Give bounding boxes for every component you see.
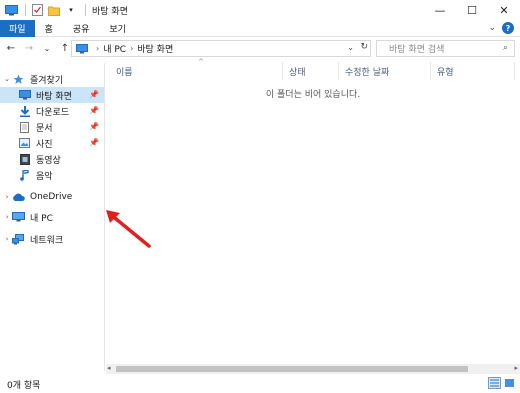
- tab-share[interactable]: 공유: [63, 20, 100, 37]
- sidebar-item-label: 음악: [36, 171, 53, 182]
- file-list-pane[interactable]: ^ 이름 상태 수정한 날짜 유형 이 폴더는 비어 있습니다.: [106, 58, 520, 371]
- maximize-button[interactable]: ☐: [456, 0, 488, 20]
- navigation-bar: ← → ⌄ ↑ › 내 PC › 바탕 화면 ⌄ ↻ 바탕 화면 검색 ⌕: [0, 37, 520, 59]
- help-button[interactable]: ?: [502, 22, 514, 34]
- navigation-pane: ⌄ 즐겨찾기 바탕 화면 📌 다운로드 📌 문서 📌 사진 📌 동영상 음악 ›…: [0, 63, 105, 371]
- pin-icon: 📌: [89, 90, 99, 99]
- scroll-left-arrow-icon[interactable]: ◂: [107, 364, 111, 372]
- onedrive-cloud-icon: [12, 191, 25, 203]
- sidebar-item-documents[interactable]: 문서 📌: [0, 119, 104, 135]
- sidebar-item-label: OneDrive: [30, 192, 73, 202]
- this-pc-icon: [76, 43, 88, 54]
- sort-chevron-up-icon: ^: [198, 58, 204, 66]
- breadcrumb-chevron-icon: ›: [130, 44, 134, 53]
- sidebar-item-label: 문서: [36, 123, 53, 134]
- sidebar-item-videos[interactable]: 동영상: [0, 151, 104, 167]
- music-icon: [18, 169, 31, 181]
- column-header-name[interactable]: 이름: [116, 63, 133, 79]
- column-divider[interactable]: [514, 62, 515, 80]
- pin-icon: 📌: [89, 138, 99, 147]
- minimize-button[interactable]: —: [424, 0, 456, 20]
- pin-icon: 📌: [89, 122, 99, 131]
- scroll-right-arrow-icon[interactable]: ▸: [514, 364, 518, 372]
- breadcrumb-chevron-icon: ›: [96, 44, 100, 53]
- horizontal-scrollbar[interactable]: ◂ ▸: [106, 364, 520, 374]
- document-icon: [18, 121, 31, 133]
- network-icon: [12, 233, 25, 245]
- sidebar-item-downloads[interactable]: 다운로드 📌: [0, 103, 104, 119]
- sidebar-item-label: 내 PC: [30, 213, 53, 224]
- item-count: 0개 항목: [7, 380, 41, 391]
- recent-locations-button[interactable]: ⌄: [40, 39, 54, 57]
- column-header-date-modified[interactable]: 수정한 날짜: [345, 63, 389, 79]
- sidebar-item-network[interactable]: › 네트워크: [0, 231, 104, 247]
- desktop-icon: [18, 89, 31, 101]
- column-header-type[interactable]: 유형: [437, 63, 454, 79]
- customize-toolbar-icon[interactable]: ▾: [64, 3, 78, 17]
- sidebar-item-desktop[interactable]: 바탕 화면 📌: [0, 87, 104, 103]
- sidebar-item-label: 사진: [36, 139, 53, 150]
- search-icon: ⌕: [503, 43, 509, 53]
- quick-access-toolbar: ▾: [0, 0, 90, 20]
- sidebar-item-label: 바탕 화면: [36, 91, 72, 102]
- toolbar-separator: [25, 4, 26, 16]
- forward-button[interactable]: →: [22, 39, 36, 57]
- large-icons-view-button[interactable]: [503, 377, 516, 389]
- scrollbar-thumb[interactable]: [116, 366, 468, 372]
- column-divider[interactable]: [338, 62, 339, 80]
- address-dropdown-chevron-icon[interactable]: ⌄: [347, 43, 354, 52]
- download-icon: [18, 105, 31, 117]
- details-view-button[interactable]: [488, 377, 501, 389]
- star-icon: [12, 73, 25, 85]
- sidebar-item-pictures[interactable]: 사진 📌: [0, 135, 104, 151]
- properties-icon[interactable]: [30, 3, 44, 17]
- refresh-icon[interactable]: ↻: [360, 42, 368, 52]
- window-folder-icon: [4, 3, 18, 17]
- pictures-icon: [18, 137, 31, 149]
- collapsed-chevron-icon[interactable]: ›: [2, 235, 12, 243]
- new-folder-icon[interactable]: [47, 3, 61, 17]
- ribbon-tabs: 파일 홈 공유 보기 ⌄ ?: [0, 19, 520, 37]
- sidebar-item-label: 즐겨찾기: [30, 75, 64, 86]
- sidebar-item-onedrive[interactable]: › OneDrive: [0, 189, 104, 205]
- sidebar-item-label: 다운로드: [36, 107, 70, 118]
- column-divider[interactable]: [282, 62, 283, 80]
- address-bar[interactable]: › 내 PC › 바탕 화면 ⌄ ↻: [71, 40, 371, 57]
- column-header-status[interactable]: 상태: [289, 63, 306, 79]
- sidebar-item-label: 동영상: [36, 155, 61, 166]
- collapsed-chevron-icon[interactable]: ›: [2, 213, 12, 221]
- status-bar: 0개 항목: [0, 375, 520, 393]
- column-divider[interactable]: [430, 62, 431, 80]
- breadcrumb-desktop[interactable]: 바탕 화면: [137, 42, 173, 55]
- this-pc-icon: [12, 211, 25, 223]
- empty-folder-message: 이 폴더는 비어 있습니다.: [265, 90, 361, 100]
- up-button[interactable]: ↑: [58, 39, 72, 57]
- title-bar: ▾ 바탕 화면 — ☐ ✕: [0, 0, 520, 20]
- toolbar-separator: [85, 4, 86, 16]
- sidebar-item-quick-access[interactable]: ⌄ 즐겨찾기: [0, 71, 104, 87]
- tab-home[interactable]: 홈: [35, 20, 63, 37]
- tab-view[interactable]: 보기: [99, 20, 136, 37]
- back-button[interactable]: ←: [4, 39, 18, 57]
- video-icon: [18, 153, 31, 165]
- sidebar-item-music[interactable]: 음악: [0, 167, 104, 183]
- close-button[interactable]: ✕: [488, 0, 520, 20]
- tab-file[interactable]: 파일: [0, 19, 35, 37]
- expand-ribbon-chevron-down-icon[interactable]: ⌄: [488, 23, 496, 33]
- expanded-chevron-icon[interactable]: ⌄: [2, 75, 12, 83]
- sidebar-item-this-pc[interactable]: › 내 PC: [0, 209, 104, 225]
- window-title: 바탕 화면: [92, 6, 128, 17]
- breadcrumb-this-pc[interactable]: 내 PC: [103, 42, 126, 55]
- collapsed-chevron-icon[interactable]: ›: [2, 193, 12, 201]
- search-input[interactable]: 바탕 화면 검색: [376, 40, 515, 57]
- annotation-arrow: [106, 210, 151, 248]
- pin-icon: 📌: [89, 106, 99, 115]
- sidebar-item-label: 네트워크: [30, 235, 64, 246]
